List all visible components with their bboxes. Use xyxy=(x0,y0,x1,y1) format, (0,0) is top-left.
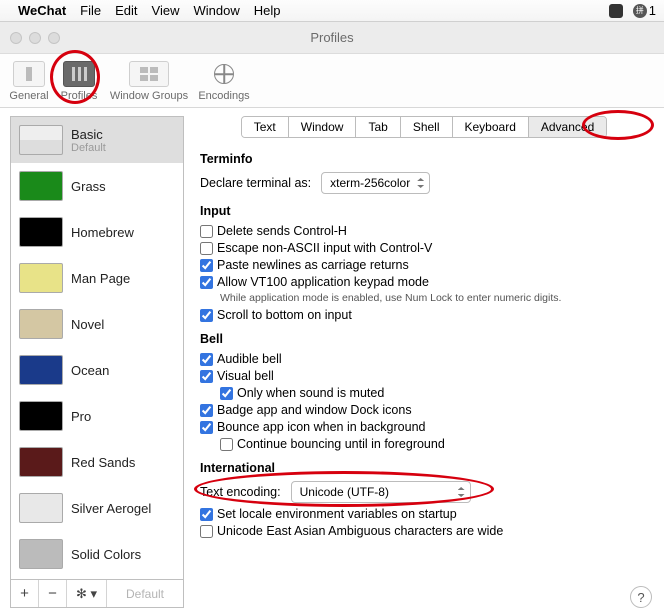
visual-bell-checkbox[interactable] xyxy=(200,370,213,383)
badge-dock-checkbox[interactable] xyxy=(200,404,213,417)
toolbar-encodings[interactable]: Encodings xyxy=(194,59,254,102)
profile-pro[interactable]: Pro xyxy=(11,393,183,439)
scroll-bottom-checkbox[interactable] xyxy=(200,309,213,322)
continue-bounce-checkbox[interactable] xyxy=(220,438,233,451)
profile-manpage[interactable]: Man Page xyxy=(11,255,183,301)
badge-dock-label: Badge app and window Dock icons xyxy=(217,403,412,417)
east-asian-checkbox[interactable] xyxy=(200,525,213,538)
profiles-sidebar: Basic Default Grass Homebrew Man Page No… xyxy=(10,116,184,608)
bell-heading: Bell xyxy=(200,332,648,346)
menu-edit[interactable]: Edit xyxy=(115,3,137,18)
window-groups-icon xyxy=(129,61,169,87)
scroll-bottom-label: Scroll to bottom on input xyxy=(217,308,352,322)
profile-homebrew[interactable]: Homebrew xyxy=(11,209,183,255)
profile-redsands[interactable]: Red Sands xyxy=(11,439,183,485)
allow-vt100-label: Allow VT100 application keypad mode xyxy=(217,275,429,289)
allow-vt100-checkbox[interactable] xyxy=(200,276,213,289)
only-muted-label: Only when sound is muted xyxy=(237,386,384,400)
status-item-1[interactable] xyxy=(609,4,625,18)
profile-actions-menu[interactable]: ✻ ▾ xyxy=(67,580,107,607)
square-icon xyxy=(609,4,623,18)
text-encoding-select[interactable]: Unicode (UTF-8) xyxy=(291,481,471,503)
profile-thumbnail xyxy=(19,263,63,293)
tab-advanced[interactable]: Advanced xyxy=(529,117,606,137)
zoom-button[interactable] xyxy=(48,32,60,44)
toolbar-general[interactable]: General xyxy=(4,59,54,102)
profile-thumbnail xyxy=(19,309,63,339)
status-item-2[interactable]: 拼1 xyxy=(633,3,656,18)
delete-ctrl-h-checkbox[interactable] xyxy=(200,225,213,238)
declare-terminal-label: Declare terminal as: xyxy=(200,176,311,190)
menu-file[interactable]: File xyxy=(80,3,101,18)
profile-thumbnail xyxy=(19,401,63,431)
window-controls xyxy=(0,32,60,44)
set-locale-label: Set locale environment variables on star… xyxy=(217,507,457,521)
profile-ocean[interactable]: Ocean xyxy=(11,347,183,393)
visual-bell-label: Visual bell xyxy=(217,369,274,383)
paste-newlines-checkbox[interactable] xyxy=(200,259,213,272)
input-heading: Input xyxy=(200,204,648,218)
profiles-list[interactable]: Basic Default Grass Homebrew Man Page No… xyxy=(11,117,183,579)
profile-silveraerogel[interactable]: Silver Aerogel xyxy=(11,485,183,531)
continue-bounce-label: Continue bouncing until in foreground xyxy=(237,437,445,451)
system-menubar: WeChat File Edit View Window Help 拼1 xyxy=(0,0,664,22)
profiles-icon xyxy=(63,61,95,87)
terminfo-heading: Terminfo xyxy=(200,152,648,166)
tab-window[interactable]: Window xyxy=(289,117,357,137)
paste-newlines-label: Paste newlines as carriage returns xyxy=(217,258,409,272)
window-title: Profiles xyxy=(60,30,664,45)
minimize-button[interactable] xyxy=(29,32,41,44)
east-asian-label: Unicode East Asian Ambiguous characters … xyxy=(217,524,503,538)
tab-keyboard[interactable]: Keyboard xyxy=(453,117,529,137)
tab-shell[interactable]: Shell xyxy=(401,117,453,137)
profile-settings: Text Window Tab Shell Keyboard Advanced … xyxy=(194,116,654,608)
profile-thumbnail xyxy=(19,493,63,523)
remove-profile-button[interactable]: − xyxy=(39,580,67,607)
status-badge-count: 1 xyxy=(649,3,656,18)
menu-view[interactable]: View xyxy=(152,3,180,18)
close-button[interactable] xyxy=(10,32,22,44)
profile-novel[interactable]: Novel xyxy=(11,301,183,347)
globe-icon xyxy=(214,64,234,84)
help-button[interactable]: ? xyxy=(630,586,652,608)
delete-ctrl-h-label: Delete sends Control-H xyxy=(217,224,347,238)
profile-thumbnail xyxy=(19,217,63,247)
bounce-icon-label: Bounce app icon when in background xyxy=(217,420,425,434)
window-titlebar: Profiles xyxy=(0,22,664,54)
add-profile-button[interactable]: + xyxy=(11,580,39,607)
profile-thumbnail xyxy=(19,125,63,155)
set-locale-checkbox[interactable] xyxy=(200,508,213,521)
text-encoding-label: Text encoding: xyxy=(200,485,281,499)
escape-nonascii-checkbox[interactable] xyxy=(200,242,213,255)
app-menu[interactable]: WeChat xyxy=(18,3,66,18)
profile-grass[interactable]: Grass xyxy=(11,163,183,209)
set-default-button[interactable]: Default xyxy=(107,580,183,607)
tab-text[interactable]: Text xyxy=(242,117,289,137)
profile-thumbnail xyxy=(19,171,63,201)
audible-bell-checkbox[interactable] xyxy=(200,353,213,366)
bounce-icon-checkbox[interactable] xyxy=(200,421,213,434)
only-muted-checkbox[interactable] xyxy=(220,387,233,400)
profile-thumbnail xyxy=(19,355,63,385)
audible-bell-label: Audible bell xyxy=(217,352,282,366)
profile-solidcolors[interactable]: Solid Colors xyxy=(11,531,183,577)
profile-thumbnail xyxy=(19,447,63,477)
international-heading: International xyxy=(200,461,648,475)
encodings-icon xyxy=(208,61,240,87)
sidebar-footer: + − ✻ ▾ Default xyxy=(11,579,183,607)
preferences-toolbar: General Profiles Window Groups Encodings xyxy=(0,54,664,108)
toolbar-window-groups[interactable]: Window Groups xyxy=(104,59,194,102)
menu-help[interactable]: Help xyxy=(254,3,281,18)
toolbar-profiles[interactable]: Profiles xyxy=(54,59,104,102)
ime-icon: 拼 xyxy=(633,4,647,18)
settings-tabs: Text Window Tab Shell Keyboard Advanced xyxy=(241,116,608,138)
menu-window[interactable]: Window xyxy=(193,3,239,18)
escape-nonascii-label: Escape non-ASCII input with Control-V xyxy=(217,241,432,255)
profile-thumbnail xyxy=(19,539,63,569)
profile-basic[interactable]: Basic Default xyxy=(11,117,183,163)
vt100-hint: While application mode is enabled, use N… xyxy=(220,292,648,304)
general-icon xyxy=(13,61,45,87)
tab-tab[interactable]: Tab xyxy=(356,117,400,137)
declare-terminal-select[interactable]: xterm-256color xyxy=(321,172,430,194)
